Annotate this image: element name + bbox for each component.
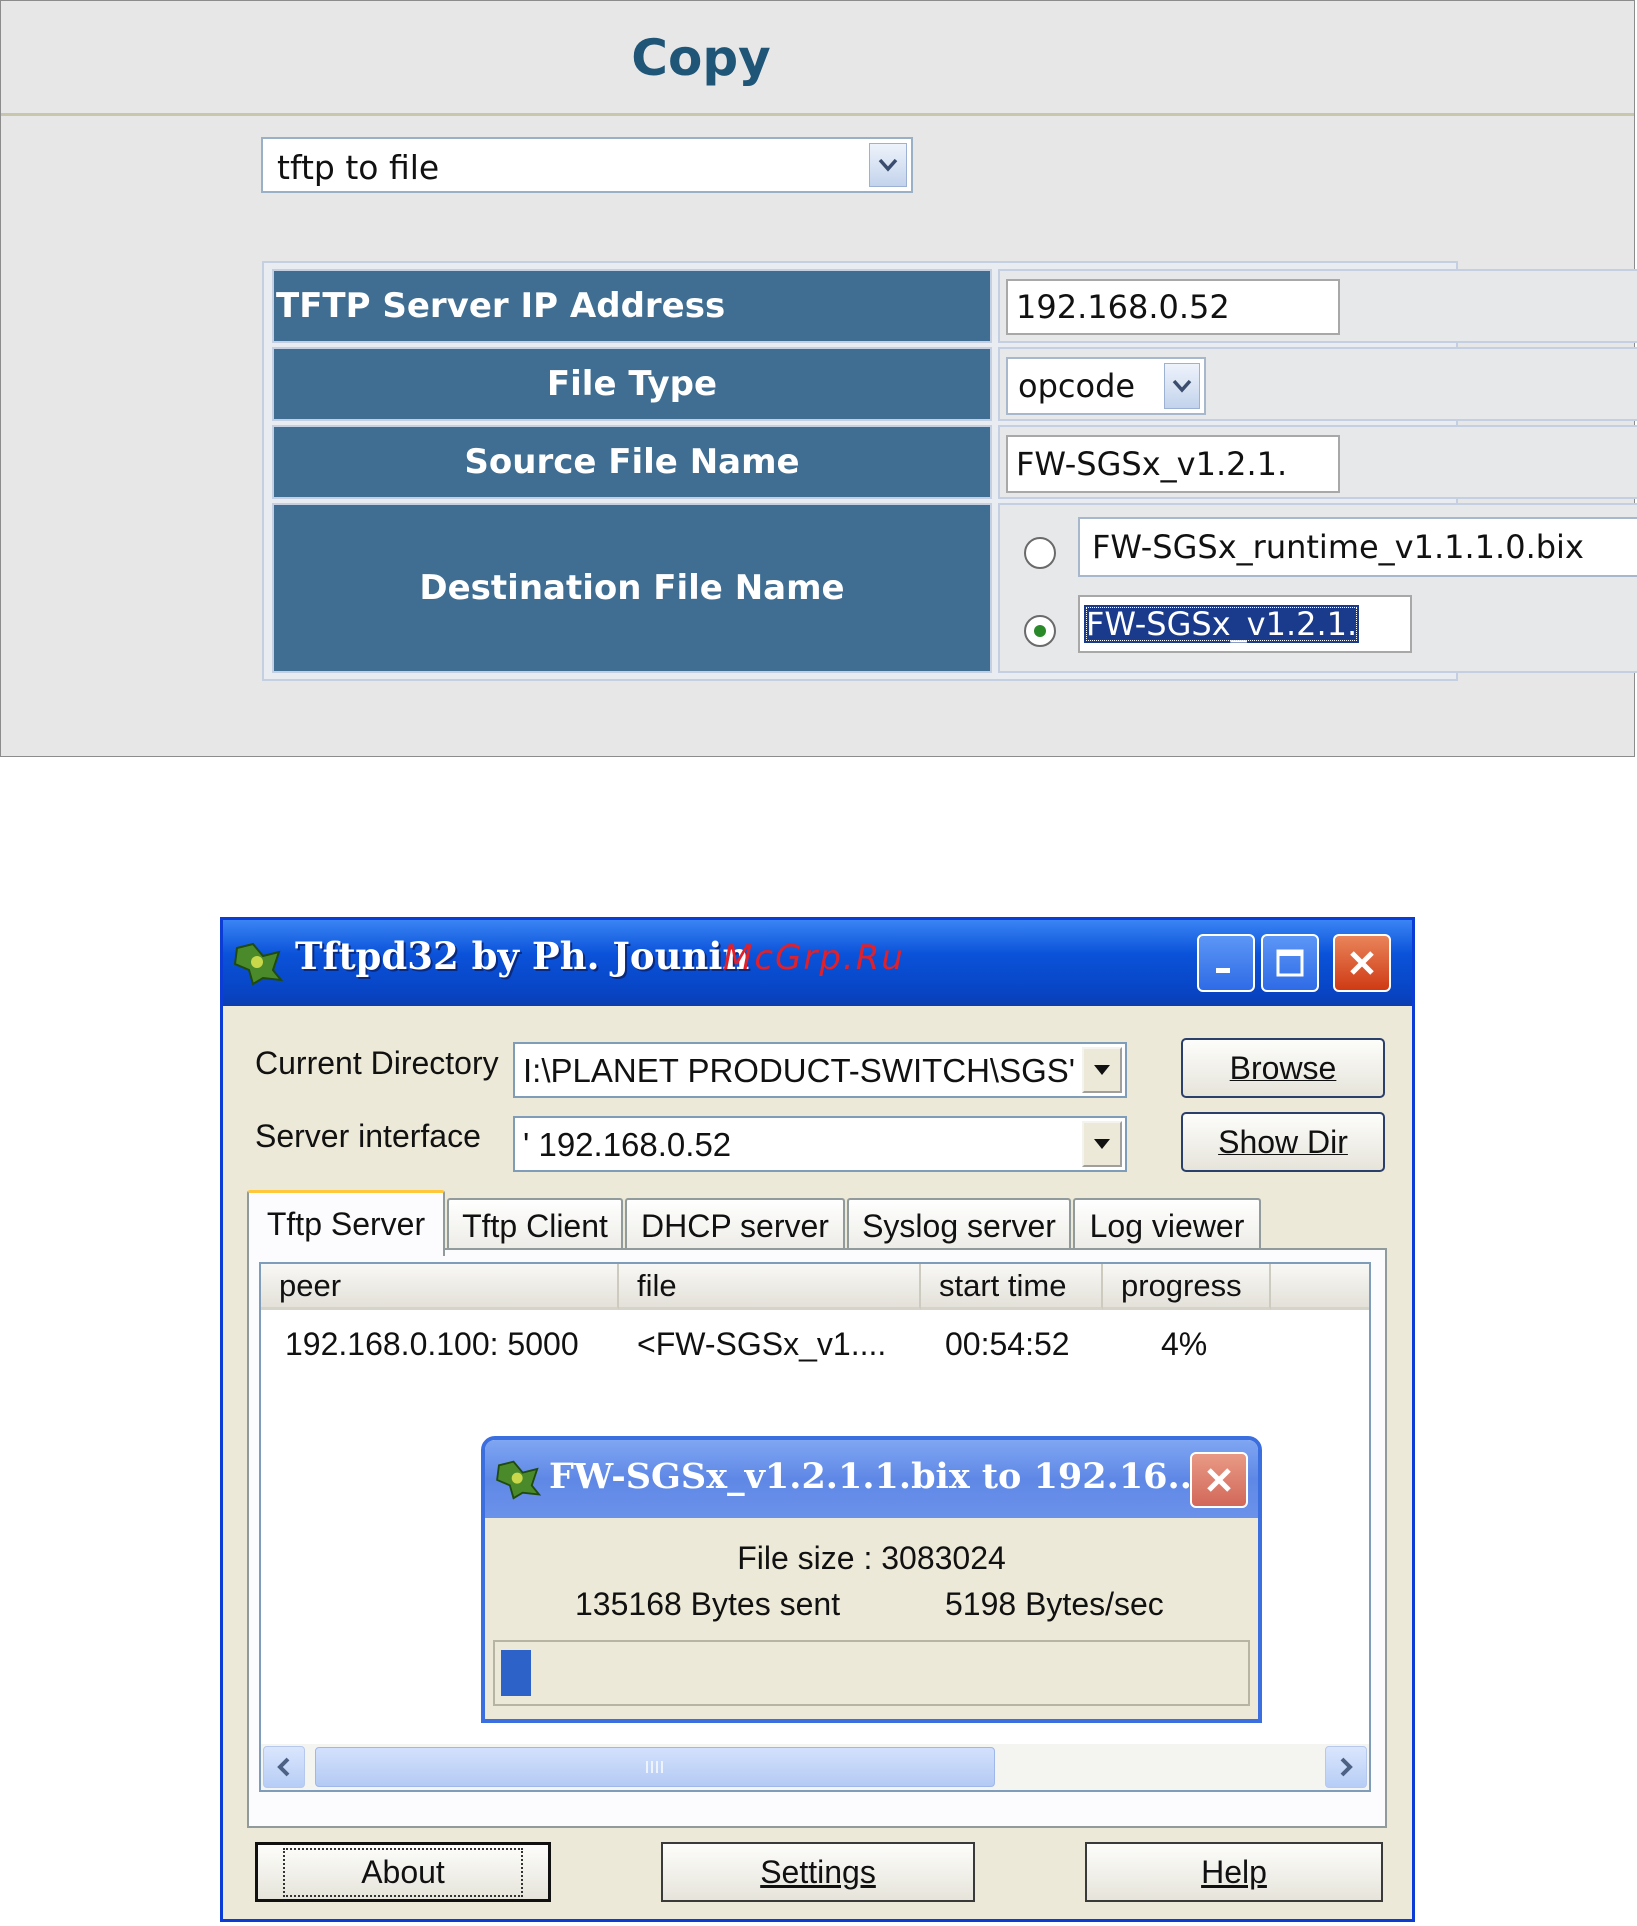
server-interface-combo[interactable]: ' 192.168.0.52 — [513, 1116, 1127, 1172]
about-button[interactable]: About — [255, 1842, 551, 1902]
server-interface-value: ' 192.168.0.52 — [523, 1126, 732, 1163]
source-file-label: Source File Name — [272, 425, 992, 499]
minimize-button[interactable] — [1197, 934, 1255, 992]
dest-existing-select[interactable]: FW-SGSx_runtime_v1.1.1.0.bix — [1078, 517, 1637, 577]
about-button-label: About — [283, 1847, 523, 1897]
file-type-cell: opcode — [998, 347, 1637, 421]
window-title: Tftpd32 by Ph. Jounin — [295, 934, 750, 978]
close-button[interactable] — [1333, 934, 1391, 992]
source-file-cell: FW-SGSx_v1.2.1. — [998, 425, 1637, 499]
row-file: <FW-SGSx_v1.... — [637, 1326, 887, 1362]
server-interface-label: Server interface — [255, 1118, 481, 1154]
dest-new-input[interactable]: FW-SGSx_v1.2.1. — [1078, 595, 1412, 653]
show-dir-button[interactable]: Show Dir — [1181, 1112, 1385, 1172]
scroll-thumb[interactable] — [315, 1747, 995, 1787]
source-file-input[interactable]: FW-SGSx_v1.2.1. — [1006, 435, 1340, 493]
transfer-progress-dialog: FW-SGSx_v1.2.1.1.bix to 192.16... File s… — [481, 1436, 1262, 1723]
column-header-start-time[interactable]: start time — [921, 1264, 1103, 1310]
column-header-filler — [1271, 1264, 1369, 1310]
dialog-title: FW-SGSx_v1.2.1.1.bix to 192.16... — [549, 1456, 1205, 1497]
transfer-rate-text: 5198 Bytes/sec — [945, 1586, 1164, 1622]
browse-button[interactable]: Browse — [1181, 1038, 1385, 1098]
dest-new-value: FW-SGSx_v1.2.1. — [1084, 605, 1360, 643]
window-titlebar[interactable]: Tftpd32 by Ph. Jounin McGrp.Ru — [223, 920, 1412, 1006]
dest-option-new-radio[interactable] — [1024, 615, 1056, 647]
copy-panel: Copy tftp to file TFTP Server IP Address… — [0, 0, 1637, 757]
tab-tftp-server[interactable]: Tftp Server — [247, 1190, 445, 1256]
row-progress: 4% — [1161, 1326, 1208, 1362]
current-directory-label: Current Directory — [255, 1045, 499, 1081]
file-type-select[interactable]: opcode — [1006, 357, 1206, 415]
close-icon — [1350, 951, 1374, 975]
copy-mode-select[interactable]: tftp to file — [261, 137, 913, 193]
progress-fill — [501, 1650, 531, 1696]
bytes-sent-text: 135168 Bytes sent — [575, 1586, 841, 1622]
chevron-down-icon[interactable] — [1082, 1047, 1122, 1093]
help-button-label: Help — [1201, 1853, 1267, 1890]
column-header-progress[interactable]: progress — [1103, 1264, 1271, 1310]
close-icon — [1207, 1468, 1231, 1492]
tab-syslog-server[interactable]: Syslog server — [847, 1198, 1071, 1252]
server-ip-input[interactable]: 192.168.0.52 — [1006, 279, 1340, 335]
tab-tftp-client[interactable]: Tftp Client — [447, 1198, 623, 1252]
scroll-left-button[interactable] — [263, 1746, 305, 1788]
file-size-text: File size : 3083024 — [737, 1540, 1006, 1576]
server-ip-label: TFTP Server IP Address — [272, 269, 992, 343]
tab-dhcp-server[interactable]: DHCP server — [625, 1198, 845, 1252]
column-header-file[interactable]: file — [619, 1264, 921, 1310]
watermark-text: McGrp.Ru — [723, 938, 905, 978]
server-ip-cell: 192.168.0.52 — [998, 269, 1637, 343]
dialog-titlebar[interactable]: FW-SGSx_v1.2.1.1.bix to 192.16... — [485, 1440, 1258, 1518]
chevron-down-icon[interactable] — [1164, 363, 1200, 409]
row-peer: 192.168.0.100: 5000 — [285, 1326, 579, 1362]
help-button[interactable]: Help — [1085, 1842, 1383, 1902]
file-type-label: File Type — [272, 347, 992, 421]
chevron-down-icon[interactable] — [1082, 1121, 1122, 1167]
scroll-right-button[interactable] — [1325, 1746, 1367, 1788]
tab-log-viewer[interactable]: Log viewer — [1073, 1198, 1261, 1252]
minimize-icon — [1216, 968, 1230, 973]
app-icon — [496, 1460, 542, 1500]
transfer-progress-bar — [493, 1640, 1250, 1706]
settings-button-label: Settings — [760, 1853, 876, 1890]
horizontal-scrollbar[interactable] — [261, 1744, 1369, 1790]
current-directory-value: I:\PLANET PRODUCT-SWITCH\SGS' — [523, 1052, 1076, 1089]
destination-file-label: Destination File Name — [272, 503, 992, 673]
column-header-peer[interactable]: peer — [261, 1264, 619, 1310]
grip-icon — [646, 1761, 663, 1773]
current-directory-combo[interactable]: I:\PLANET PRODUCT-SWITCH\SGS' — [513, 1042, 1127, 1098]
file-type-value: opcode — [1018, 367, 1136, 405]
scroll-left-icon — [277, 1757, 290, 1777]
scroll-right-icon — [1340, 1757, 1353, 1777]
dest-option-existing-radio[interactable] — [1024, 537, 1056, 569]
copy-settings-table: TFTP Server IP Address 192.168.0.52 File… — [262, 261, 1637, 681]
tftpd32-window: Tftpd32 by Ph. Jounin McGrp.Ru Current D… — [220, 917, 1415, 1922]
settings-button[interactable]: Settings — [661, 1842, 975, 1902]
dest-existing-value: FW-SGSx_runtime_v1.1.1.0.bix — [1092, 528, 1584, 566]
app-icon — [233, 942, 284, 986]
copy-mode-value: tftp to file — [277, 148, 440, 187]
maximize-button[interactable] — [1261, 934, 1319, 992]
page-title: Copy — [631, 29, 771, 87]
maximize-icon — [1276, 949, 1304, 977]
destination-file-cell: FW-SGSx_runtime_v1.1.1.0.bix FW-SGSx_v1.… — [998, 503, 1637, 673]
dialog-close-button[interactable] — [1190, 1452, 1248, 1508]
title-divider — [1, 113, 1634, 116]
row-start-time: 00:54:52 — [945, 1326, 1070, 1362]
chevron-down-icon[interactable] — [869, 143, 907, 187]
